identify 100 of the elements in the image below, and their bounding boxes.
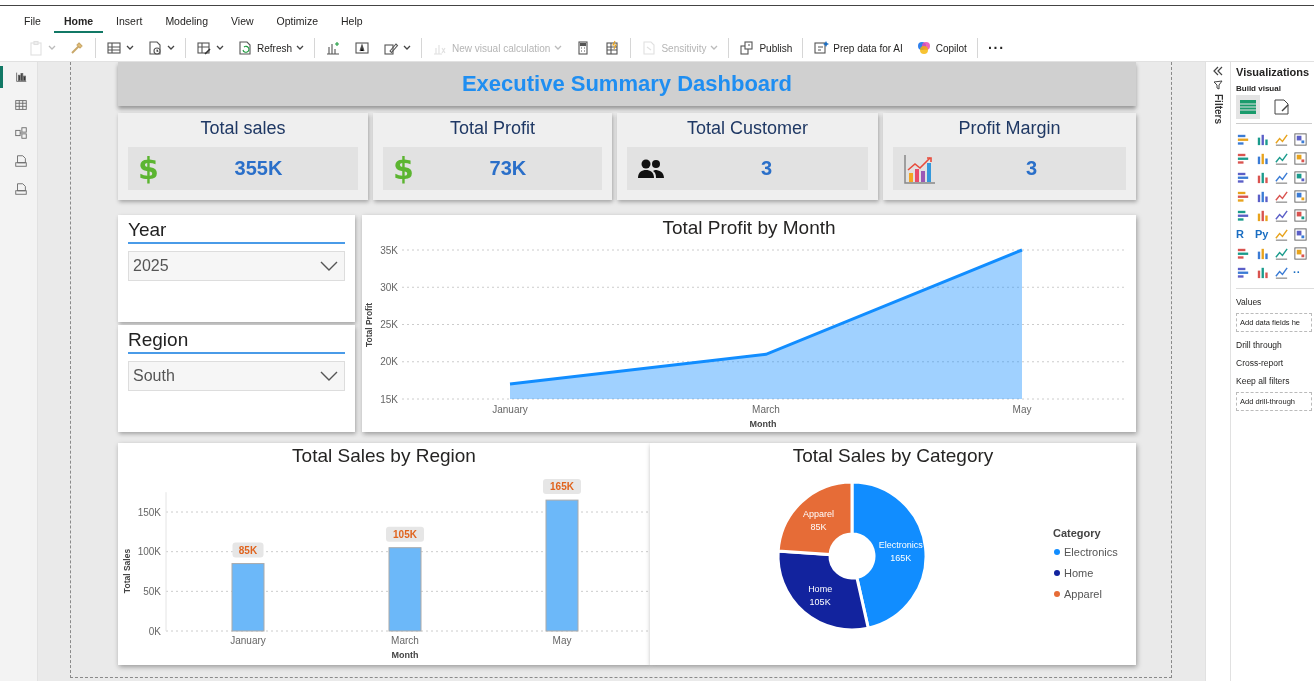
table-icon [13,98,28,112]
filters-label[interactable]: Filters [1212,94,1224,124]
menu-tab[interactable]: Modeling [155,15,218,33]
menu-tab[interactable]: File [14,15,51,33]
stacked-squares-icon [739,40,756,56]
chart-type-icon[interactable] [1293,227,1308,242]
kpi-value: 3 [1025,157,1039,180]
filter-icon [1213,80,1223,90]
dropdown[interactable]: South [128,361,345,391]
toolbar-button[interactable]: Publish [737,38,795,58]
chart-type-icon[interactable] [1255,246,1270,261]
table-icon [604,40,621,56]
menu-tab[interactable]: Help [331,15,373,33]
data-label: Electronics 165K [878,540,923,564]
people-icon [636,158,665,179]
chart-type-icon[interactable] [1236,151,1251,166]
chart-type-icon[interactable] [1274,151,1289,166]
document-icon [147,40,163,56]
chart-type-icon[interactable] [1236,246,1251,261]
menu-tab[interactable]: Insert [106,15,153,33]
chart-type-icon[interactable] [1274,170,1289,185]
chart-type-icon[interactable] [1293,208,1308,223]
menu-tab[interactable]: View [221,15,264,33]
collapse-icon[interactable] [1212,66,1224,76]
chevron-down-icon [320,261,338,271]
chart-type-icon[interactable] [1293,189,1308,204]
chart-title: Total Sales by Region [292,444,476,468]
axis-tick-label: 100K [137,546,161,558]
chart-type-icon[interactable] [1293,170,1308,185]
chart-type-icon[interactable] [1255,170,1270,185]
axis-title: Month [749,419,777,429]
bar-chart-icon [13,70,28,84]
section-label: Build visual [1236,84,1282,93]
axis-tick-label: March [391,635,419,646]
axis-tick-label: 30K [380,281,398,293]
brush-icon [69,40,85,56]
menu-tab[interactable]: Home [53,15,104,33]
bar-chart-icon [325,40,341,56]
chart-type-icon[interactable] [1255,265,1270,280]
refresh-icon [237,40,253,56]
toolbar-button[interactable]: Copilot [913,38,969,58]
axis-title: Month [391,650,419,660]
chart-type-icon[interactable] [1274,265,1289,280]
axis-tick-label: May [1012,404,1032,415]
axis-tick-label: March [752,404,780,415]
text-box-icon [354,40,370,56]
kpi-title: Total sales [199,117,287,140]
data-label: 105K [386,526,424,542]
table-icon [1239,99,1257,115]
document-icon [813,40,830,56]
chart-type-icon[interactable] [1274,227,1289,242]
chart-type-icon[interactable] [1293,246,1308,261]
section-label: Values [1236,297,1263,307]
legend-label: Home [1064,567,1094,579]
axis-tick-label: January [492,404,528,415]
axis-tick-label: 20K [380,356,398,368]
slicer-title: Region [128,329,345,354]
chart-type-button[interactable]: Py [1255,227,1274,242]
chart-type-icon[interactable] [1274,246,1289,261]
axis-tick-label: May [552,635,572,646]
axis-tick-label: 50K [143,585,161,597]
chart-type-button[interactable]: R [1236,227,1255,242]
legend-label: Apparel [1064,588,1102,600]
kpi-value: 73K [488,157,528,180]
toolbar-button[interactable]: Prep data for AI [811,38,905,58]
paint-document-icon [1273,98,1291,116]
chart-type-icon[interactable] [1255,208,1270,223]
chart-type-icon[interactable] [1236,189,1251,204]
chart-type-icon[interactable] [1255,132,1270,147]
clipboard-icon [28,40,44,56]
legend-label: Electronics [1064,546,1118,558]
chart-type-icon[interactable] [1274,132,1289,147]
pane-tab[interactable] [1236,95,1260,119]
kpi-value: 3 [760,157,774,180]
data-label: Home 105K [808,584,833,607]
more-button[interactable]: ··· [985,38,1007,58]
chart-type-icon[interactable] [1293,132,1308,147]
table-icon [106,40,122,56]
chevron-down-icon [320,371,338,381]
diagram-icon [13,126,28,140]
chart-type-icon[interactable] [1274,208,1289,223]
axis-tick-label: 25K [380,319,398,330]
menu-tab[interactable]: Optimize [266,15,328,33]
chart-type-button[interactable]: ·· [1293,265,1312,280]
data-label: 85K [232,542,264,558]
chart-type-icon[interactable] [1236,132,1251,147]
toolbar-button[interactable]: Refresh [235,38,306,58]
chart-type-icon[interactable] [1293,151,1308,166]
axis-title: Total Sales [122,548,132,594]
chart-type-icon[interactable] [1236,265,1251,280]
chart-type-icon[interactable] [1274,189,1289,204]
dropdown[interactable]: 2025 [128,251,345,281]
dollar-icon: $ [138,151,159,186]
chart-type-icon[interactable] [1255,151,1270,166]
axis-title: Total Profit [364,302,374,348]
chart-type-icon[interactable] [1255,189,1270,204]
chart-type-icon[interactable] [1236,208,1251,223]
dashboard-title: Executive Summary Dashboard [461,71,793,97]
chart-type-icon[interactable] [1236,170,1251,185]
dollar-icon: $ [393,151,414,186]
